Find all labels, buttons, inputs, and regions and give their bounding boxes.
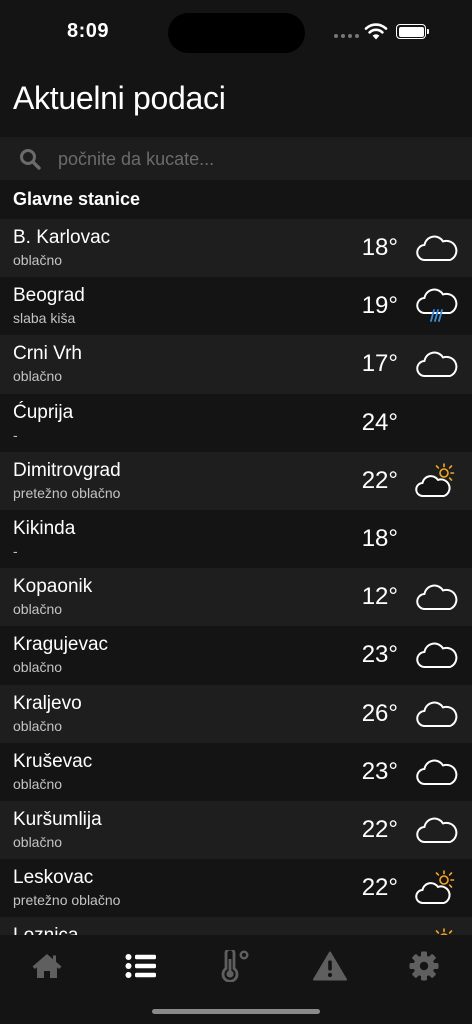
station-row[interactable]: Kikinda - 18° — [0, 509, 472, 569]
station-name: Beograd — [13, 285, 85, 307]
sun-cloud-icon — [415, 870, 459, 906]
gear-icon — [409, 951, 439, 981]
station-condition: slaba kiša — [13, 310, 76, 327]
station-name: Crni Vrh — [13, 343, 82, 365]
status-time: 8:09 — [67, 20, 110, 42]
station-temperature: 12° — [361, 583, 398, 611]
cloud-icon — [415, 346, 459, 382]
station-row[interactable]: Kruševac oblačno 23° — [0, 742, 472, 801]
station-temperature: 22° — [361, 815, 398, 843]
station-condition: - — [13, 426, 18, 443]
list-icon — [125, 954, 156, 978]
wifi-icon — [364, 23, 388, 40]
tab-temperature[interactable] — [215, 949, 255, 983]
tab-settings[interactable] — [404, 949, 444, 983]
station-row[interactable]: Loznica22° — [0, 917, 472, 935]
station-temperature: 18° — [361, 234, 398, 261]
status-bar: 8:09 — [0, 0, 472, 64]
station-temperature: 23° — [361, 757, 398, 785]
station-row[interactable]: Ćuprija - 24° — [0, 393, 472, 452]
cellular-signal-icon — [334, 34, 359, 38]
search-input[interactable] — [56, 143, 460, 176]
cloud-icon — [415, 637, 459, 673]
station-row[interactable]: Kopaonik oblačno 12° — [0, 568, 472, 627]
station-temperature: 23° — [361, 641, 398, 669]
cloud-icon — [415, 754, 459, 790]
cloud-icon — [415, 812, 459, 848]
station-list[interactable]: B. Karlovac oblačno 18° Beograd slaba kiša 19… — [0, 219, 472, 935]
station-condition: oblačno — [13, 252, 63, 268]
station-row[interactable]: Beograd slaba kiša 19° — [0, 277, 472, 336]
cloud-icon — [415, 696, 459, 732]
station-row[interactable]: B. Karlovac oblačno 18° — [0, 219, 472, 278]
station-temperature: 18° — [361, 524, 398, 552]
sun-cloud-icon — [415, 928, 459, 935]
station-row[interactable]: Dimitrovgrad pretežno oblačno 22° — [0, 451, 472, 510]
station-name: Kragujevac — [13, 634, 109, 656]
station-row[interactable]: Crni Vrh oblačno 17° — [0, 335, 472, 394]
warning-icon — [313, 951, 347, 981]
station-temperature: 22° — [361, 466, 398, 494]
station-name: Kruševac — [13, 750, 93, 772]
tab-home[interactable] — [27, 949, 67, 983]
tab-list[interactable] — [121, 949, 161, 983]
station-name: Dimitrovgrad — [13, 459, 121, 481]
station-temperature: 17° — [361, 350, 398, 378]
cloud-icon — [415, 579, 459, 615]
battery-icon — [396, 24, 429, 39]
station-name: Kopaonik — [13, 576, 93, 598]
thermometer-icon — [221, 950, 249, 982]
station-name: B. Karlovac — [13, 227, 111, 248]
search-icon — [20, 149, 41, 170]
rain-cloud-icon — [415, 288, 459, 324]
search-bar[interactable] — [0, 137, 472, 180]
station-row[interactable]: Kragujevac oblačno 23° — [0, 626, 472, 685]
station-name: Loznica — [13, 925, 79, 935]
cloud-icon — [415, 230, 459, 266]
home-indicator[interactable] — [152, 1009, 320, 1014]
station-condition: oblačno — [13, 601, 63, 618]
station-name: Kikinda — [13, 517, 76, 539]
dynamic-island — [168, 13, 305, 53]
station-name: Leskovac — [13, 867, 94, 889]
station-temperature: 19° — [361, 292, 398, 320]
section-header: Glavne stanice — [13, 189, 141, 209]
station-condition: oblačno — [13, 833, 63, 850]
station-temperature: 22° — [361, 874, 398, 902]
station-name: Kuršumlija — [13, 808, 102, 830]
station-row[interactable]: Kuršumlija oblačno 22° — [0, 800, 472, 860]
tab-warnings[interactable] — [310, 949, 350, 983]
station-condition: oblačno — [13, 368, 63, 385]
station-condition: oblačno — [13, 775, 63, 792]
station-name: Ćuprija — [13, 401, 74, 423]
station-condition: pretežno oblačno — [13, 892, 121, 909]
station-condition: pretežno oblačno — [13, 484, 121, 501]
station-row[interactable]: Leskovac pretežno oblačno 22° — [0, 859, 472, 918]
station-condition: oblačno — [13, 717, 63, 734]
page-title: Aktuelni podaci — [13, 80, 226, 116]
sun-cloud-icon — [415, 462, 459, 499]
station-name: Kraljevo — [13, 692, 82, 714]
station-temperature: 24° — [361, 408, 398, 436]
station-condition: - — [13, 542, 18, 559]
station-condition: oblačno — [13, 659, 63, 676]
home-icon — [32, 954, 62, 978]
station-temperature: 26° — [361, 699, 398, 727]
station-row[interactable]: Kraljevo oblačno 26° — [0, 684, 472, 743]
